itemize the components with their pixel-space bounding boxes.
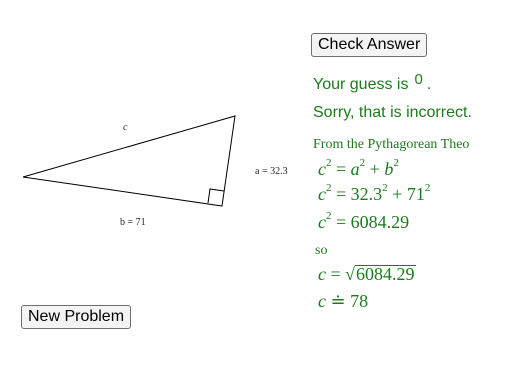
- eq2-plus: +: [387, 184, 407, 204]
- eq1-t2-exp: 2: [393, 157, 399, 169]
- eq2-t2: 71: [406, 184, 425, 204]
- eq2-t1: 32.3: [350, 184, 383, 204]
- eq3-value: 6084.29: [350, 212, 410, 232]
- new-problem-button[interactable]: New Problem: [21, 305, 132, 329]
- guess-suffix: .: [426, 76, 432, 93]
- eq3-lhs-var: c: [318, 212, 326, 232]
- eq5-value: 78: [350, 291, 369, 311]
- equation-result: c ≐ 78: [318, 291, 368, 312]
- equation-pythagorean: c2 = a2 + b2: [318, 157, 399, 180]
- check-answer-button[interactable]: Check Answer: [311, 33, 428, 57]
- eq4-eq: =: [326, 264, 346, 284]
- guess-line: Your guess is 0.: [313, 71, 432, 94]
- triangle-label-b: b = 71: [120, 217, 146, 228]
- eq5-approx: ≐: [326, 291, 351, 311]
- eq1-eq: =: [331, 159, 351, 179]
- eq1-plus: +: [365, 159, 385, 179]
- eq2-t1-exp: 2: [382, 182, 388, 194]
- guess-prefix: Your guess is: [313, 76, 409, 93]
- equation-square-root: c = √6084.29: [318, 264, 416, 285]
- equation-substitution: c2 = 32.32 + 712: [318, 182, 431, 205]
- right-angle-marker: [207, 188, 225, 204]
- eq3-lhs-exp: 2: [326, 210, 332, 222]
- eq1-t1-exp: 2: [359, 157, 366, 169]
- eq1-t2-var: b: [384, 159, 394, 179]
- eq1-t1-var: a: [350, 159, 360, 179]
- connector-text: so: [315, 243, 328, 258]
- eq2-eq: =: [331, 184, 351, 204]
- right-triangle: [22, 115, 236, 207]
- eq2-t2-exp: 2: [424, 182, 431, 194]
- equation-sum: c2 = 6084.29: [318, 210, 410, 233]
- eq4-lhs-var: c: [318, 264, 326, 284]
- eq1-lhs-var: c: [318, 159, 326, 179]
- verdict-text: Sorry, that is incorrect.: [313, 104, 472, 121]
- eq1-lhs-exp: 2: [326, 157, 332, 169]
- triangle-label-c: c: [123, 122, 128, 133]
- triangle-label-a: a = 32.3: [255, 166, 288, 177]
- sqrt-sign-icon: √: [345, 264, 356, 284]
- sqrt-radicand: 6084.29: [355, 264, 416, 284]
- square-root: √6084.29: [345, 264, 416, 285]
- guess-value: 0: [414, 71, 423, 88]
- eq2-lhs-var: c: [318, 184, 326, 204]
- eq2-lhs-exp: 2: [326, 182, 332, 194]
- eq5-lhs-var: c: [318, 291, 326, 311]
- explanation-intro: From the Pythagorean Theo: [313, 137, 470, 152]
- eq3-eq: =: [331, 212, 351, 232]
